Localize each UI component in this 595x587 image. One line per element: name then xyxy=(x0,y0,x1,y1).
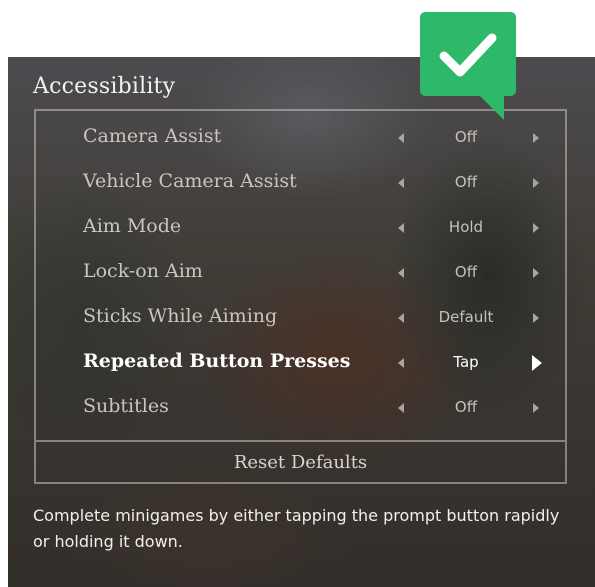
setting-description: Complete minigames by either tapping the… xyxy=(33,506,560,551)
setting-value: Off xyxy=(454,263,478,281)
right-arrow-icon[interactable] xyxy=(533,268,539,278)
left-arrow-icon[interactable] xyxy=(398,313,404,323)
setting-label: Subtitles xyxy=(83,395,169,417)
setting-value: Tap xyxy=(453,353,479,371)
right-arrow-icon[interactable] xyxy=(532,355,542,371)
right-arrow-icon[interactable] xyxy=(533,133,539,143)
left-arrow-icon[interactable] xyxy=(398,133,404,143)
panel-title: Accessibility xyxy=(33,74,176,99)
setting-label: Lock-on Aim xyxy=(83,260,203,282)
left-arrow-icon[interactable] xyxy=(398,268,404,278)
setting-value: Off xyxy=(454,398,478,416)
left-arrow-icon[interactable] xyxy=(398,223,404,233)
setting-row-repeated-button-presses[interactable]: Repeated Button Presses Tap xyxy=(36,342,565,386)
left-arrow-icon[interactable] xyxy=(398,403,404,413)
setting-value: Hold xyxy=(448,218,484,236)
setting-label: Sticks While Aiming xyxy=(83,305,278,327)
setting-value: Default xyxy=(438,308,494,326)
right-arrow-icon[interactable] xyxy=(533,178,539,188)
setting-row-sticks-while-aiming[interactable]: Sticks While Aiming Default xyxy=(36,297,565,341)
settings-menu: Camera Assist Off Vehicle Camera Assist … xyxy=(34,109,567,484)
reset-defaults-button[interactable]: Reset Defaults xyxy=(36,443,565,483)
setting-value: Off xyxy=(454,128,478,146)
setting-value: Off xyxy=(454,173,478,191)
setting-row-lock-on-aim[interactable]: Lock-on Aim Off xyxy=(36,252,565,296)
left-arrow-icon[interactable] xyxy=(398,178,404,188)
setting-label: Vehicle Camera Assist xyxy=(83,170,297,192)
setting-label: Camera Assist xyxy=(83,125,222,147)
setting-row-vehicle-camera-assist[interactable]: Vehicle Camera Assist Off xyxy=(36,162,565,206)
setting-label: Repeated Button Presses xyxy=(83,350,351,372)
left-arrow-icon[interactable] xyxy=(398,358,404,368)
right-arrow-icon[interactable] xyxy=(533,223,539,233)
setting-row-subtitles[interactable]: Subtitles Off xyxy=(36,387,565,431)
screenshot-canvas: Accessibility Camera Assist Off Vehicle … xyxy=(0,0,595,587)
right-arrow-icon[interactable] xyxy=(533,403,539,413)
checkmark-icon xyxy=(420,12,516,120)
menu-divider xyxy=(36,440,565,442)
setting-row-camera-assist[interactable]: Camera Assist Off xyxy=(36,117,565,161)
setting-label: Aim Mode xyxy=(83,215,182,237)
setting-row-aim-mode[interactable]: Aim Mode Hold xyxy=(36,207,565,251)
right-arrow-icon[interactable] xyxy=(533,313,539,323)
